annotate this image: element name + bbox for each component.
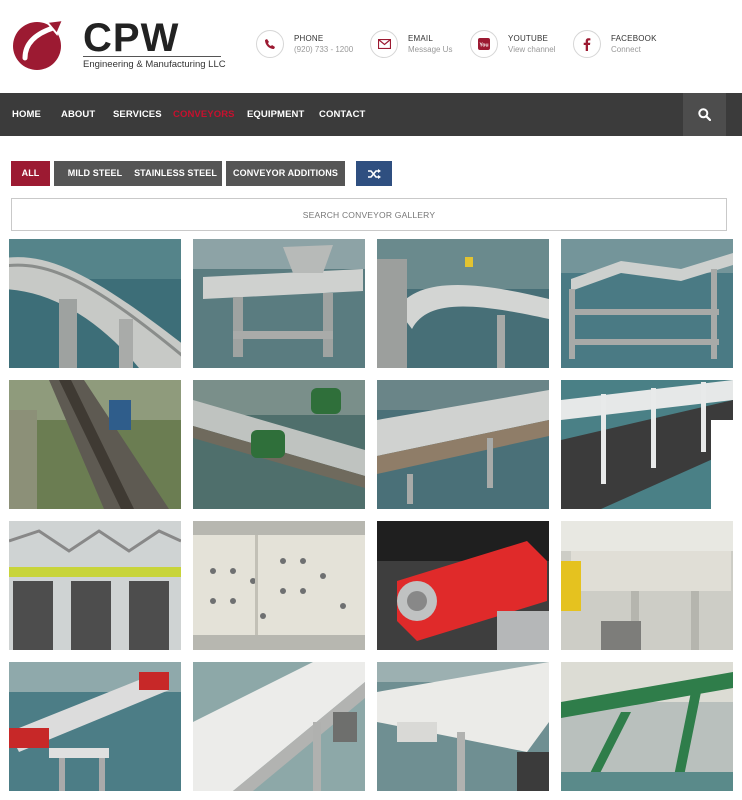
- phone-icon: [256, 30, 284, 58]
- gallery-tile[interactable]: [193, 662, 365, 791]
- nav-item-home[interactable]: HOME: [12, 93, 41, 136]
- red-drive-guard-photo: [377, 521, 549, 650]
- nav-item-contact[interactable]: CONTACT: [319, 93, 365, 136]
- gallery-tile[interactable]: [9, 380, 181, 509]
- stainless-flat-top-conveyor-photo: [377, 380, 549, 509]
- shuffle-icon: [367, 168, 381, 179]
- gallery-tile[interactable]: [377, 380, 549, 509]
- white-belt-conveyor-photo: [193, 662, 365, 791]
- gallery-tile[interactable]: [561, 521, 733, 650]
- contact-label: PHONE: [294, 34, 324, 43]
- white-belt-conveyor-stand-photo: [377, 662, 549, 791]
- envelope-icon: [370, 30, 398, 58]
- filter-conveyor-additions[interactable]: CONVEYOR ADDITIONS: [226, 161, 345, 186]
- white-railed-conveyor-photo: [561, 380, 733, 509]
- gallery-tile[interactable]: [377, 662, 549, 791]
- svg-text:You: You: [479, 43, 488, 49]
- green-motor-conveyor-photo: [193, 380, 365, 509]
- logo-emblem-icon: [13, 18, 65, 70]
- nav-item-conveyors[interactable]: CONVEYORS: [173, 93, 235, 136]
- gallery-tile[interactable]: [9, 662, 181, 791]
- gallery-tile[interactable]: [9, 521, 181, 650]
- gallery-tile[interactable]: [193, 521, 365, 650]
- nav-item-services[interactable]: SERVICES: [113, 93, 162, 136]
- contact-phone[interactable]: PHONE (920) 733 - 1200: [256, 28, 353, 60]
- gallery-tile[interactable]: [377, 521, 549, 650]
- contact-facebook[interactable]: FACEBOOK Connect: [573, 28, 657, 60]
- gallery-tile[interactable]: [561, 380, 733, 509]
- contact-label: EMAIL: [408, 34, 434, 43]
- filter-mild-steel[interactable]: MILD STEEL: [54, 161, 136, 186]
- contact-email[interactable]: EMAIL Message Us: [370, 28, 452, 60]
- cpw-logo[interactable]: CPW Engineering & Manufacturing LLC: [11, 16, 226, 76]
- gallery-search-input[interactable]: [11, 198, 727, 231]
- brand-subtitle: Engineering & Manufacturing LLC: [83, 59, 226, 70]
- green-frame-incline-conveyor-photo: [561, 662, 733, 791]
- filter-stainless-steel[interactable]: STAINLESS STEEL: [129, 161, 222, 186]
- red-incline-belt-conveyor-photo: [9, 662, 181, 791]
- stainless-incline-conveyor-frame-photo: [561, 239, 733, 368]
- gallery-tile[interactable]: [561, 239, 733, 368]
- shuffle-button[interactable]: [356, 161, 392, 186]
- nav-item-about[interactable]: ABOUT: [61, 93, 95, 136]
- conveyor-gallery: [9, 239, 733, 791]
- contact-label: YOUTUBE: [508, 34, 549, 43]
- search-icon: [698, 108, 711, 121]
- contact-value: Message Us: [408, 45, 453, 54]
- mild-steel-chain-conveyor-photo: [9, 380, 181, 509]
- contact-youtube[interactable]: You YOUTUBE View channel: [470, 28, 555, 60]
- facebook-icon: [573, 30, 601, 58]
- white-bolted-panel-photo: [193, 521, 365, 650]
- search-button[interactable]: [683, 93, 726, 136]
- gallery-tile[interactable]: [9, 239, 181, 368]
- filter-all[interactable]: ALL: [11, 161, 50, 186]
- stainless-curved-conveyor-photo: [9, 239, 181, 368]
- contact-value: View channel: [508, 45, 556, 54]
- stainless-conveyor-hopper-photo: [193, 239, 365, 368]
- youtube-icon: You: [470, 30, 498, 58]
- contact-value: Connect: [611, 45, 641, 54]
- white-conveyor-yellow-motor-photo: [561, 521, 733, 650]
- contact-value: (920) 733 - 1200: [294, 45, 354, 54]
- gallery-tile[interactable]: [561, 662, 733, 791]
- contact-label: FACEBOOK: [611, 34, 657, 43]
- nav-item-equipment[interactable]: EQUIPMENT: [247, 93, 304, 136]
- main-nav: HOME ABOUT SERVICES CONVEYORS EQUIPMENT …: [0, 93, 742, 136]
- logo-divider: [83, 56, 221, 57]
- stainless-curved-belt-photo: [377, 239, 549, 368]
- gallery-tile[interactable]: [193, 239, 365, 368]
- site-header: CPW Engineering & Manufacturing LLC PHON…: [0, 0, 742, 93]
- gallery-tile[interactable]: [193, 380, 365, 509]
- brand-name: CPW: [83, 16, 180, 60]
- multi-lane-conveyor-photo: [9, 521, 181, 650]
- gallery-tile[interactable]: [377, 239, 549, 368]
